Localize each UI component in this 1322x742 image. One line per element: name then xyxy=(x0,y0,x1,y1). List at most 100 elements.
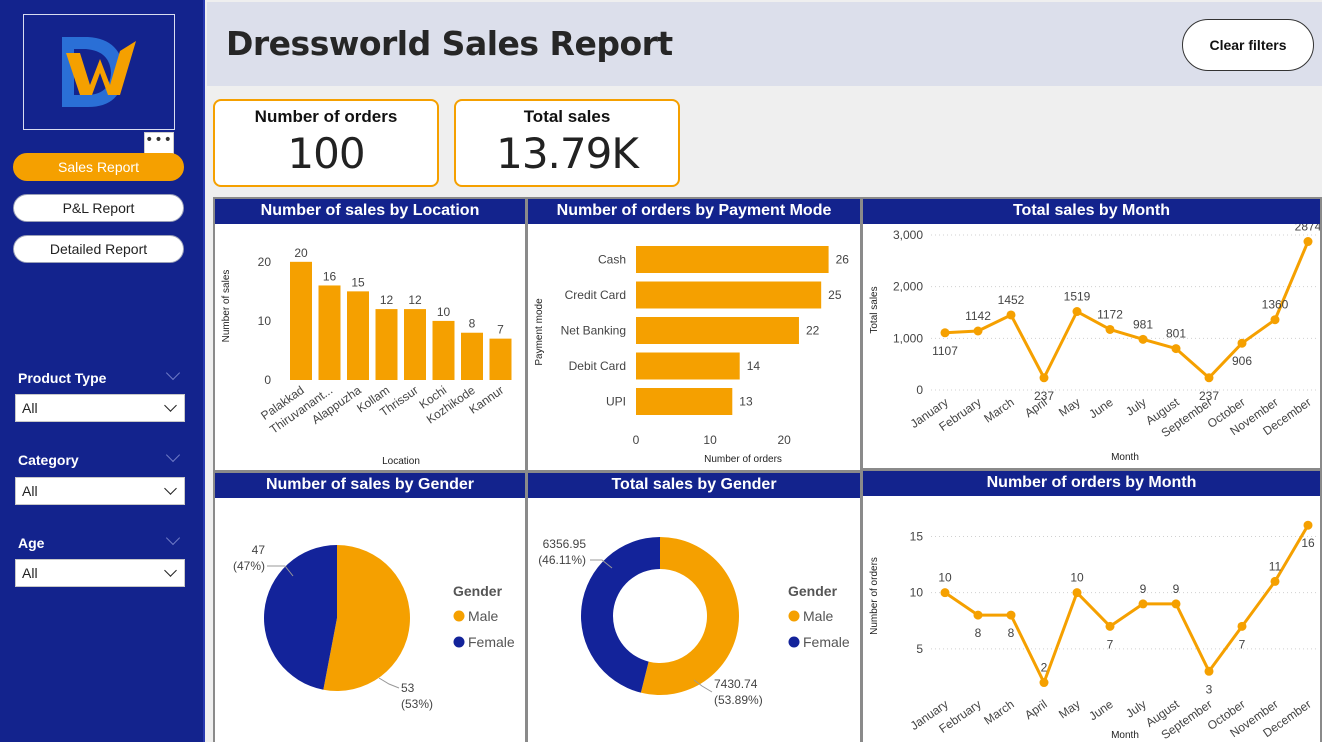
category-dropdown[interactable]: All xyxy=(15,477,185,505)
chevron-down-icon[interactable] xyxy=(165,447,181,463)
chevron-down-icon xyxy=(164,482,177,495)
donut-chart: 7430.74 (53.89%) 6356.95 (46.11%) Gender Male… xyxy=(538,537,850,707)
data-point xyxy=(1072,307,1082,317)
data-label: 12 xyxy=(380,293,394,307)
kpi-label: Number of orders xyxy=(254,107,398,126)
chevron-down-icon[interactable] xyxy=(165,530,181,546)
bar xyxy=(636,352,740,380)
data-label: 20 xyxy=(294,246,308,260)
y-axis-label: Number of orders xyxy=(869,557,880,635)
data-point xyxy=(1105,324,1115,334)
x-tick-label: March xyxy=(981,697,1016,728)
bar xyxy=(636,317,799,344)
chart-sales-by-month[interactable]: Total sales by Month 0 1,000 2,000 3,000 110… xyxy=(861,197,1322,470)
data-point xyxy=(1138,334,1148,344)
data-label: 8 xyxy=(1008,626,1015,640)
data-label: 1519 xyxy=(1064,290,1091,304)
chart-orders-by-payment[interactable]: Number of orders by Payment Mode 26 Cash 2… xyxy=(526,197,862,472)
data-label: 981 xyxy=(1133,317,1153,331)
pl-report-button[interactable]: P&L Report xyxy=(13,194,184,222)
y-tick-label: 20 xyxy=(258,255,272,269)
kpi-card-orders: Number of orders 100 xyxy=(213,99,439,187)
line-chart: 5101510January8February8March2April10May… xyxy=(869,520,1318,742)
age-slicer-title: Age xyxy=(18,535,45,551)
bar xyxy=(461,332,483,380)
data-label: 12 xyxy=(408,293,422,307)
x-tick-label: March xyxy=(981,395,1016,426)
chart-title: Number of orders by Month xyxy=(863,471,1320,496)
data-label: 47 xyxy=(252,543,266,557)
legend-title: Gender xyxy=(453,583,503,599)
category-value: All xyxy=(22,483,38,499)
data-point xyxy=(1171,599,1181,609)
chart-sales-by-gender[interactable]: Number of sales by Gender 53 (53%) 47 (47%)… xyxy=(213,471,527,742)
leader-line xyxy=(378,677,400,689)
clear-filters-button[interactable]: Clear filters xyxy=(1182,19,1314,71)
chart-total-sales-by-gender[interactable]: Total sales by Gender 7430.74 (53.89%) 635… xyxy=(526,471,862,742)
category-slicer-title: Category xyxy=(18,452,79,468)
data-label: 14 xyxy=(747,359,761,373)
data-point xyxy=(1138,599,1148,609)
y-tick-label: UPI xyxy=(606,395,626,409)
data-point xyxy=(973,610,983,620)
y-tick-label: 0 xyxy=(264,373,271,387)
legend-marker xyxy=(453,636,465,648)
x-axis-label: Number of orders xyxy=(704,454,782,465)
legend-title: Gender xyxy=(788,583,838,599)
y-tick-label: Debit Card xyxy=(569,359,626,373)
kpi-value: 13.79K xyxy=(496,129,639,178)
header: Dressworld Sales Report Clear filters xyxy=(207,2,1322,86)
legend-marker xyxy=(788,636,800,648)
detailed-report-button[interactable]: Detailed Report xyxy=(13,235,184,263)
pie-slice xyxy=(263,545,337,690)
data-label: 1452 xyxy=(998,293,1025,307)
data-point xyxy=(1072,588,1082,598)
chart-sales-by-location[interactable]: Number of sales by Location 0 10 20 20 Palak… xyxy=(213,197,527,472)
product-type-dropdown[interactable]: All xyxy=(15,394,185,422)
data-point xyxy=(1303,237,1313,247)
y-tick-label: Cash xyxy=(598,253,626,267)
chart-orders-by-month[interactable]: Number of orders by Month 5 10 15 10 January… xyxy=(861,469,1322,742)
data-point xyxy=(1204,666,1214,676)
data-point xyxy=(1006,610,1016,620)
bar xyxy=(636,281,822,309)
bar xyxy=(489,338,512,380)
data-label: 9 xyxy=(1140,582,1147,596)
data-point xyxy=(940,328,950,338)
data-label: 1142 xyxy=(965,309,991,323)
data-label: 13 xyxy=(739,395,753,409)
chart-title: Total sales by Month xyxy=(863,199,1320,224)
data-point xyxy=(1237,621,1247,631)
data-point xyxy=(1204,373,1214,383)
data-point xyxy=(1039,678,1049,688)
x-tick-label: June xyxy=(1086,697,1116,724)
data-label: 8 xyxy=(469,317,476,331)
data-label: 1172 xyxy=(1097,307,1123,321)
y-tick-label: 1,000 xyxy=(893,331,923,345)
y-axis-label: Total sales xyxy=(869,286,880,333)
data-point xyxy=(973,326,983,336)
y-tick-label: 5 xyxy=(916,642,923,656)
data-label: 7 xyxy=(1107,637,1114,651)
data-label: 1360 xyxy=(1262,298,1289,312)
data-label-pct: (53%) xyxy=(401,697,433,711)
more-options-button[interactable]: ••• xyxy=(144,132,174,154)
x-tick-label: May xyxy=(1056,395,1083,419)
bar-chart: 0102020Palakkad16Thiruvanant...15Alappuz… xyxy=(221,246,512,467)
sidebar: ••• Sales Report P&L Report Detailed Rep… xyxy=(0,0,205,742)
data-label: 7430.74 xyxy=(714,677,758,691)
page-title: Dressworld Sales Report xyxy=(226,24,673,63)
age-dropdown[interactable]: All xyxy=(15,559,185,587)
legend-label: Male xyxy=(803,608,834,624)
data-label: 3 xyxy=(1206,682,1213,696)
legend-label: Female xyxy=(803,634,850,650)
data-label: 26 xyxy=(836,253,850,267)
data-point xyxy=(1270,315,1280,325)
x-tick-label: 20 xyxy=(777,433,791,447)
data-label: 6356.95 xyxy=(543,537,587,551)
sales-report-button[interactable]: Sales Report xyxy=(13,153,184,181)
chevron-down-icon[interactable] xyxy=(165,365,181,381)
dressworld-logo xyxy=(62,37,136,107)
y-tick-label: Net Banking xyxy=(561,324,626,338)
bar xyxy=(432,320,455,380)
